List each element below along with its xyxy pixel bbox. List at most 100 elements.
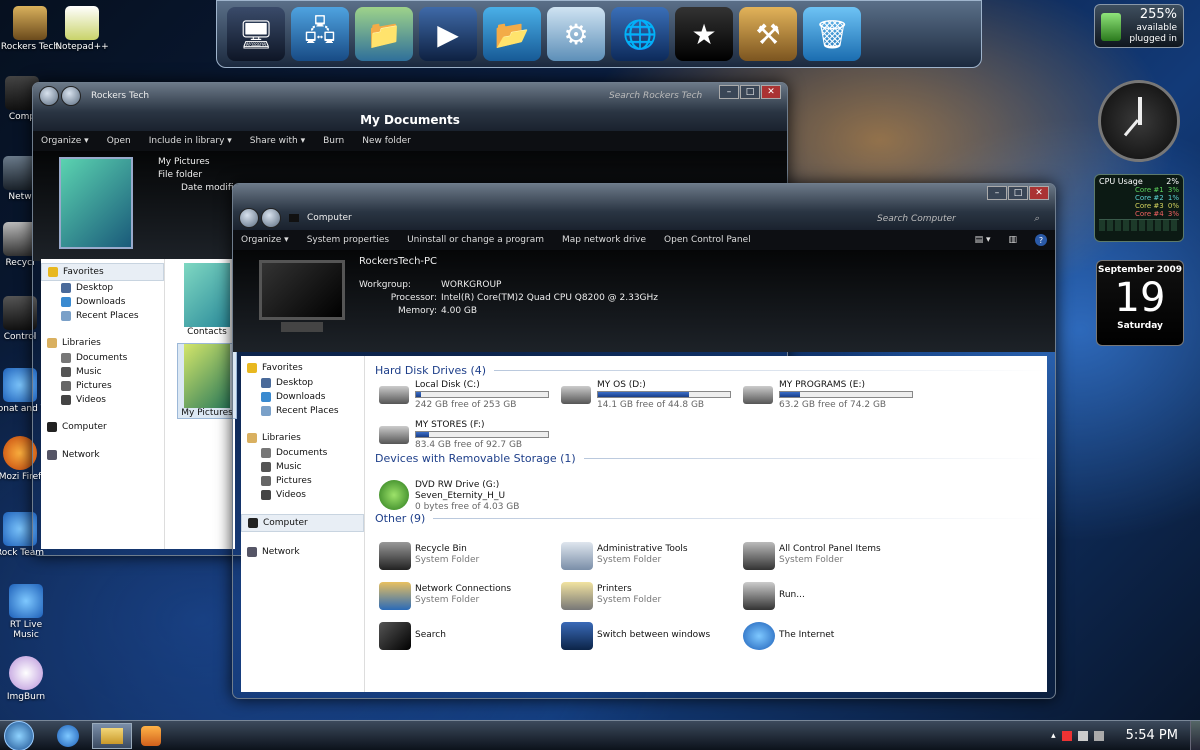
taskbar-explorer[interactable]: [92, 722, 132, 749]
nav-documents[interactable]: Documents: [241, 446, 364, 460]
taskbar-clock[interactable]: 5:54 PM: [1126, 728, 1178, 743]
nav-favorites[interactable]: Favorites: [241, 360, 364, 376]
open-control-panel-button[interactable]: Open Control Panel: [664, 235, 751, 245]
network-icon: [247, 547, 257, 557]
nav-network[interactable]: Network: [41, 447, 164, 463]
documents-folder-icon[interactable]: 📁: [355, 7, 413, 61]
close-button[interactable]: ✕: [761, 85, 781, 99]
forward-button[interactable]: [261, 208, 281, 228]
organize-button[interactable]: Organize ▾: [241, 235, 289, 245]
nav-libraries[interactable]: Libraries: [241, 430, 364, 446]
group-header-other[interactable]: Other (9): [375, 512, 1047, 525]
nav-pictures[interactable]: Pictures: [241, 474, 364, 488]
control-panel-icon[interactable]: ⚙: [547, 7, 605, 61]
nav-music[interactable]: Music: [41, 365, 164, 379]
show-desktop-button[interactable]: [1190, 720, 1200, 750]
star-icon: [247, 363, 257, 373]
all-control-panel-item[interactable]: All Control Panel Items System Folder: [743, 540, 913, 572]
organize-button[interactable]: Organize ▾: [41, 136, 89, 146]
drive-item[interactable]: Local Disk (C:) 242 GB free of 253 GB: [379, 380, 555, 414]
network-connections-item[interactable]: Network Connections System Folder: [379, 580, 549, 612]
nav-videos[interactable]: Videos: [41, 393, 164, 407]
nav-downloads[interactable]: Downloads: [241, 390, 364, 404]
include-library-button[interactable]: Include in library ▾: [149, 136, 232, 146]
globe-icon[interactable]: 🌐: [611, 7, 669, 61]
map-network-drive-button[interactable]: Map network drive: [562, 235, 646, 245]
group-header-hard-disks[interactable]: Hard Disk Drives (4): [375, 364, 1047, 377]
printers-item[interactable]: Printers System Folder: [561, 580, 731, 612]
taskbar-internet-explorer[interactable]: [48, 723, 88, 749]
desktop-icon-notepad[interactable]: Notepad++: [52, 6, 112, 52]
system-properties-button[interactable]: System properties: [307, 235, 389, 245]
nav-libraries[interactable]: Libraries: [41, 335, 164, 351]
recycle-bin-icon[interactable]: 🗑: [803, 7, 861, 61]
desktop-icon-imgburn[interactable]: ImgBurn: [0, 656, 56, 702]
administrative-tools-item[interactable]: Administrative Tools System Folder: [561, 540, 731, 572]
user-folder-icon[interactable]: 📂: [483, 7, 541, 61]
forward-button[interactable]: [61, 86, 81, 106]
nav-desktop[interactable]: Desktop: [241, 376, 364, 390]
drive-item[interactable]: MY PROGRAMS (E:) 63.2 GB free of 74.2 GB: [743, 380, 919, 414]
nav-downloads[interactable]: Downloads: [41, 295, 164, 309]
nav-videos[interactable]: Videos: [241, 488, 364, 502]
address-bar[interactable]: Computer: [307, 213, 352, 223]
nav-recent-places[interactable]: Recent Places: [241, 404, 364, 418]
computer-icon: [289, 214, 299, 222]
media-player-icon[interactable]: ▶: [419, 7, 477, 61]
back-button[interactable]: [239, 208, 259, 228]
nav-pictures[interactable]: Pictures: [41, 379, 164, 393]
nav-computer[interactable]: Computer: [241, 514, 364, 532]
nav-favorites[interactable]: Favorites: [41, 263, 164, 281]
nav-recent-places[interactable]: Recent Places: [41, 309, 164, 323]
desktop-icon-rt-live[interactable]: RT Live Music: [0, 584, 56, 640]
new-folder-button[interactable]: New folder: [362, 136, 411, 146]
computer-icon[interactable]: 🖥: [227, 7, 285, 61]
maximize-button[interactable]: □: [740, 85, 760, 99]
nav-music[interactable]: Music: [241, 460, 364, 474]
uninstall-program-button[interactable]: Uninstall or change a program: [407, 235, 544, 245]
item-name: Search: [415, 630, 446, 640]
help-icon[interactable]: ?: [1035, 234, 1047, 246]
flag-icon[interactable]: [1061, 730, 1072, 741]
desktop-icon-rockers-tech[interactable]: Rockers Tech: [0, 6, 60, 52]
the-internet-item[interactable]: The Internet: [743, 620, 913, 652]
volume-icon[interactable]: [1093, 730, 1104, 741]
close-button[interactable]: ✕: [1029, 186, 1049, 200]
back-button[interactable]: [39, 86, 59, 106]
nav-label: Libraries: [62, 338, 101, 348]
view-options-icon[interactable]: ▤ ▾: [975, 235, 991, 245]
tools-icon[interactable]: ⚒: [739, 7, 797, 61]
nav-desktop[interactable]: Desktop: [41, 281, 164, 295]
burn-button[interactable]: Burn: [323, 136, 344, 146]
nav-label: Music: [276, 462, 302, 472]
folder-item[interactable]: Contacts: [177, 263, 237, 337]
taskbar-media-player[interactable]: [136, 723, 166, 749]
group-header-removable[interactable]: Devices with Removable Storage (1): [375, 452, 1047, 465]
nav-documents[interactable]: Documents: [41, 351, 164, 365]
search-box[interactable]: Search Computer ⌕: [873, 210, 1043, 228]
tshirt-icon[interactable]: ★: [675, 7, 733, 61]
nav-computer[interactable]: Computer: [41, 419, 164, 435]
address-bar[interactable]: Rockers Tech: [91, 91, 149, 101]
minimize-button[interactable]: –: [719, 85, 739, 99]
drive-item[interactable]: MY OS (D:) 14.1 GB free of 44.8 GB: [561, 380, 737, 414]
minimize-button[interactable]: –: [987, 186, 1007, 200]
network-icon[interactable]: 🖧: [291, 7, 349, 61]
switch-windows-item[interactable]: Switch between windows: [561, 620, 731, 652]
show-hidden-icons-icon[interactable]: ▴: [1051, 731, 1056, 741]
drive-item[interactable]: MY STORES (F:) 83.4 GB free of 92.7 GB: [379, 420, 555, 454]
run-item[interactable]: Run...: [743, 580, 913, 612]
open-button[interactable]: Open: [107, 136, 131, 146]
start-button[interactable]: [4, 720, 34, 750]
dvd-drive-item[interactable]: DVD RW Drive (G:) Seven_Eternity_H_U 0 b…: [379, 480, 579, 514]
search-item[interactable]: Search: [379, 620, 549, 652]
network-icon[interactable]: [1077, 730, 1088, 741]
preview-pane-icon[interactable]: ▥: [1008, 235, 1017, 245]
folder-item[interactable]: My Pictures: [177, 343, 237, 419]
nav-network[interactable]: Network: [241, 544, 364, 560]
nav-label: Desktop: [276, 378, 314, 388]
maximize-button[interactable]: □: [1008, 186, 1028, 200]
share-with-button[interactable]: Share with ▾: [250, 136, 305, 146]
recycle-bin-item[interactable]: Recycle Bin System Folder: [379, 540, 549, 572]
nav-label: Computer: [62, 422, 107, 432]
